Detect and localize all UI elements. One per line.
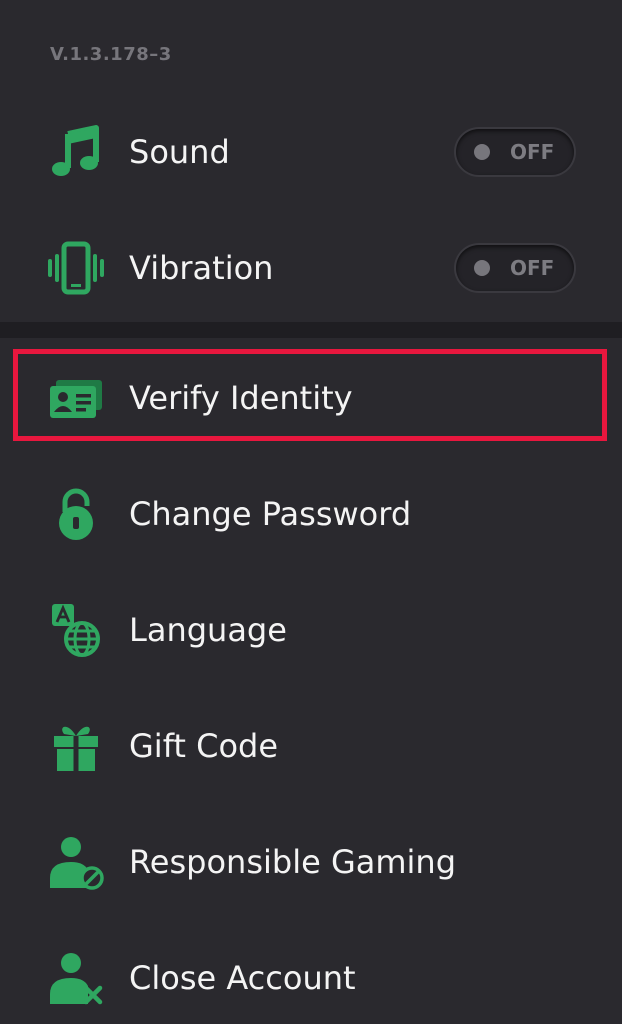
vibration-setting-row: Vibration OFF	[0, 228, 622, 308]
music-note-icon	[44, 120, 108, 184]
section-divider	[0, 322, 622, 338]
user-block-icon	[44, 830, 108, 894]
vibration-icon	[44, 236, 108, 300]
user-remove-icon	[44, 946, 108, 1010]
id-card-icon	[44, 366, 108, 430]
globe-language-icon	[44, 598, 108, 662]
menu-item-verify-identity[interactable]: Verify Identity	[0, 358, 622, 438]
vibration-toggle[interactable]: OFF	[456, 245, 574, 291]
menu-item-close-account[interactable]: Close Account	[0, 938, 622, 1018]
menu-item-gift-code[interactable]: Gift Code	[0, 706, 622, 786]
menu-item-responsible-gaming[interactable]: Responsible Gaming	[0, 822, 622, 902]
verify-identity-label: Verify Identity	[129, 379, 353, 417]
language-label: Language	[129, 611, 287, 649]
menu-item-change-password[interactable]: Change Password	[0, 474, 622, 554]
menu-item-language[interactable]: Language	[0, 590, 622, 670]
close-account-label: Close Account	[129, 959, 356, 997]
sound-toggle-state: OFF	[510, 140, 555, 164]
toggle-knob	[474, 260, 490, 276]
sound-setting-row: Sound OFF	[0, 112, 622, 192]
lock-icon	[44, 482, 108, 546]
vibration-label: Vibration	[129, 249, 274, 287]
responsible-gaming-label: Responsible Gaming	[129, 843, 457, 881]
vibration-toggle-state: OFF	[510, 256, 555, 280]
app-version: V.1.3.178–3	[50, 44, 172, 65]
sound-toggle[interactable]: OFF	[456, 129, 574, 175]
gift-icon	[44, 714, 108, 778]
sound-label: Sound	[129, 133, 230, 171]
gift-code-label: Gift Code	[129, 727, 279, 765]
change-password-label: Change Password	[129, 495, 412, 533]
toggle-knob	[474, 144, 490, 160]
